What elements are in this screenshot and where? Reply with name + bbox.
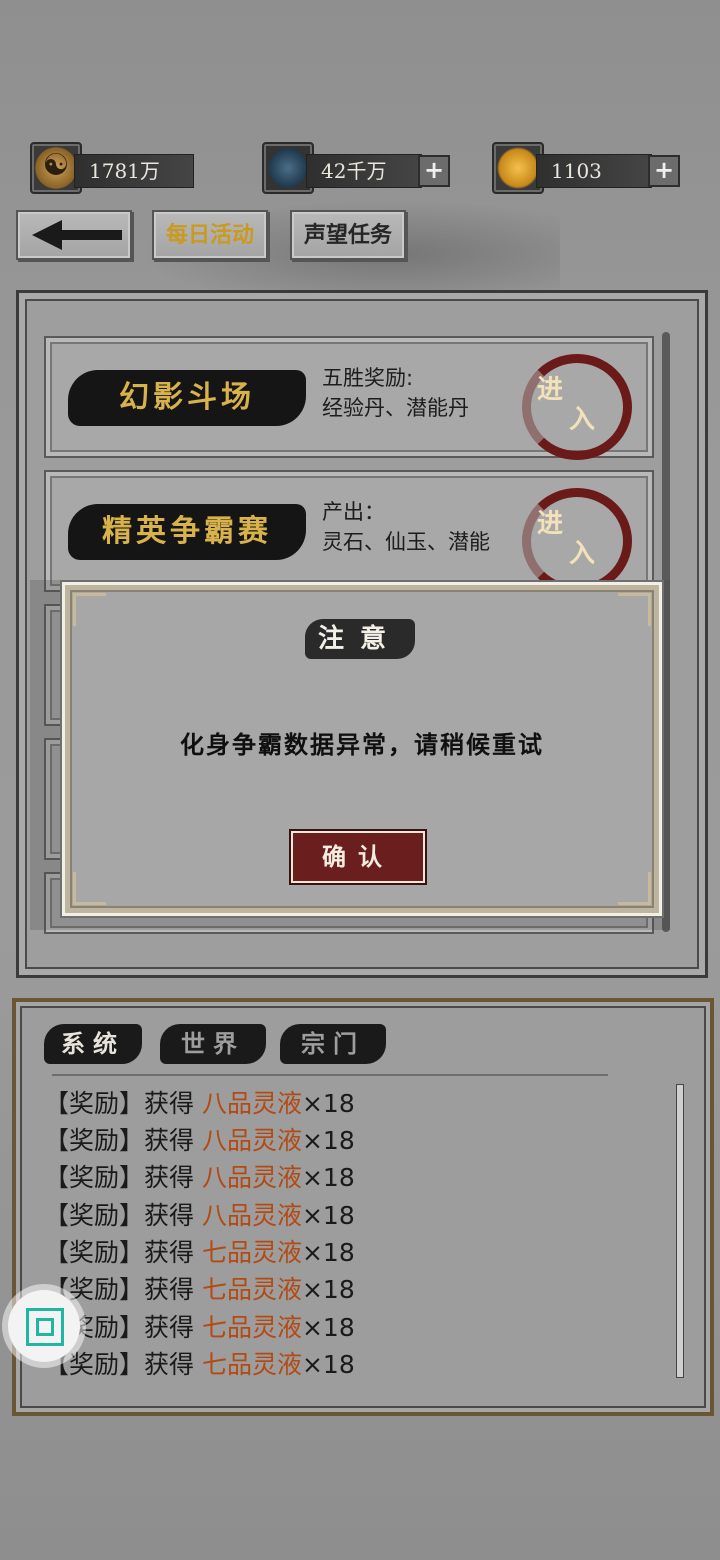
chat-message: 【奖励】获得 八品灵液×18 — [44, 1126, 355, 1155]
enter-button[interactable]: 进 入 — [522, 354, 632, 460]
back-button[interactable] — [16, 210, 132, 260]
activity-title: 精英争霸赛 — [68, 504, 306, 560]
cube-icon — [26, 1308, 64, 1346]
add-crystal-button[interactable]: + — [418, 155, 450, 187]
tab-daily-activities[interactable]: 每日活动 — [152, 210, 268, 260]
add-gold-button[interactable]: + — [648, 155, 680, 187]
enter-button[interactable]: 进 入 — [522, 488, 632, 594]
resource-gold: 1103 + — [492, 142, 682, 194]
corner-ornament — [618, 593, 651, 626]
item-name: 七品灵液 — [201, 1350, 302, 1379]
item-name: 八品灵液 — [201, 1089, 302, 1118]
tab-reputation-quests[interactable]: 声望任务 — [290, 210, 406, 260]
chat-message: 【奖励】获得 七品灵液×18 — [44, 1350, 355, 1379]
tab-system[interactable]: 系统 — [44, 1024, 142, 1064]
item-name: 七品灵液 — [201, 1275, 302, 1304]
tab-world[interactable]: 世界 — [160, 1024, 266, 1064]
chat-scrollbar[interactable] — [676, 1084, 684, 1378]
resource-value: 1781万 — [74, 154, 194, 188]
chat-message: 【奖励】获得 八品灵液×18 — [44, 1089, 355, 1118]
tab-sect[interactable]: 宗门 — [280, 1024, 386, 1064]
item-name: 八品灵液 — [201, 1201, 302, 1230]
item-name: 七品灵液 — [201, 1313, 302, 1342]
corner-ornament — [73, 593, 106, 626]
corner-ornament — [73, 872, 106, 905]
chat-message: 【奖励】获得 八品灵液×18 — [44, 1201, 355, 1230]
chat-message: 【奖励】获得 八品灵液×18 — [44, 1163, 355, 1192]
corner-ornament — [618, 872, 651, 905]
activity-card-elite-tournament: 精英争霸赛 产出： 灵石、仙玉、潜能 进 入 — [44, 470, 654, 594]
activity-card-phantom-arena: 幻影斗场 五胜奖励: 经验丹、潜能丹 进 入 — [44, 336, 654, 460]
resource-crystal: 42千万 + — [262, 142, 452, 194]
dialog-title: 注意 — [305, 619, 415, 659]
chat-message: 【奖励】获得 七品灵液×18 — [44, 1313, 355, 1342]
floating-assistant-button[interactable] — [8, 1290, 80, 1362]
chat-divider — [52, 1074, 608, 1076]
activity-desc-rewards: 灵石、仙玉、潜能 — [322, 530, 490, 554]
activity-desc-rewards: 经验丹、潜能丹 — [322, 396, 469, 420]
chat-message: 【奖励】获得 七品灵液×18 — [44, 1275, 355, 1304]
activity-desc-label: 产出： — [322, 500, 385, 524]
dialog-message: 化身争霸数据异常，请稍候重试 — [180, 730, 544, 759]
notice-dialog: 注意 化身争霸数据异常，请稍候重试 确认 — [62, 582, 662, 916]
resource-value: 1103 — [536, 154, 652, 188]
activity-title: 幻影斗场 — [68, 370, 306, 426]
resource-spirit-stone: 1781万 — [30, 142, 194, 194]
item-name: 八品灵液 — [201, 1163, 302, 1192]
item-name: 七品灵液 — [201, 1238, 302, 1267]
chat-message: 【奖励】获得 七品灵液×18 — [44, 1238, 355, 1267]
activity-desc-label: 五胜奖励: — [322, 366, 414, 390]
item-name: 八品灵液 — [201, 1126, 302, 1155]
resource-value: 42千万 — [306, 154, 422, 188]
confirm-button[interactable]: 确认 — [291, 831, 425, 883]
